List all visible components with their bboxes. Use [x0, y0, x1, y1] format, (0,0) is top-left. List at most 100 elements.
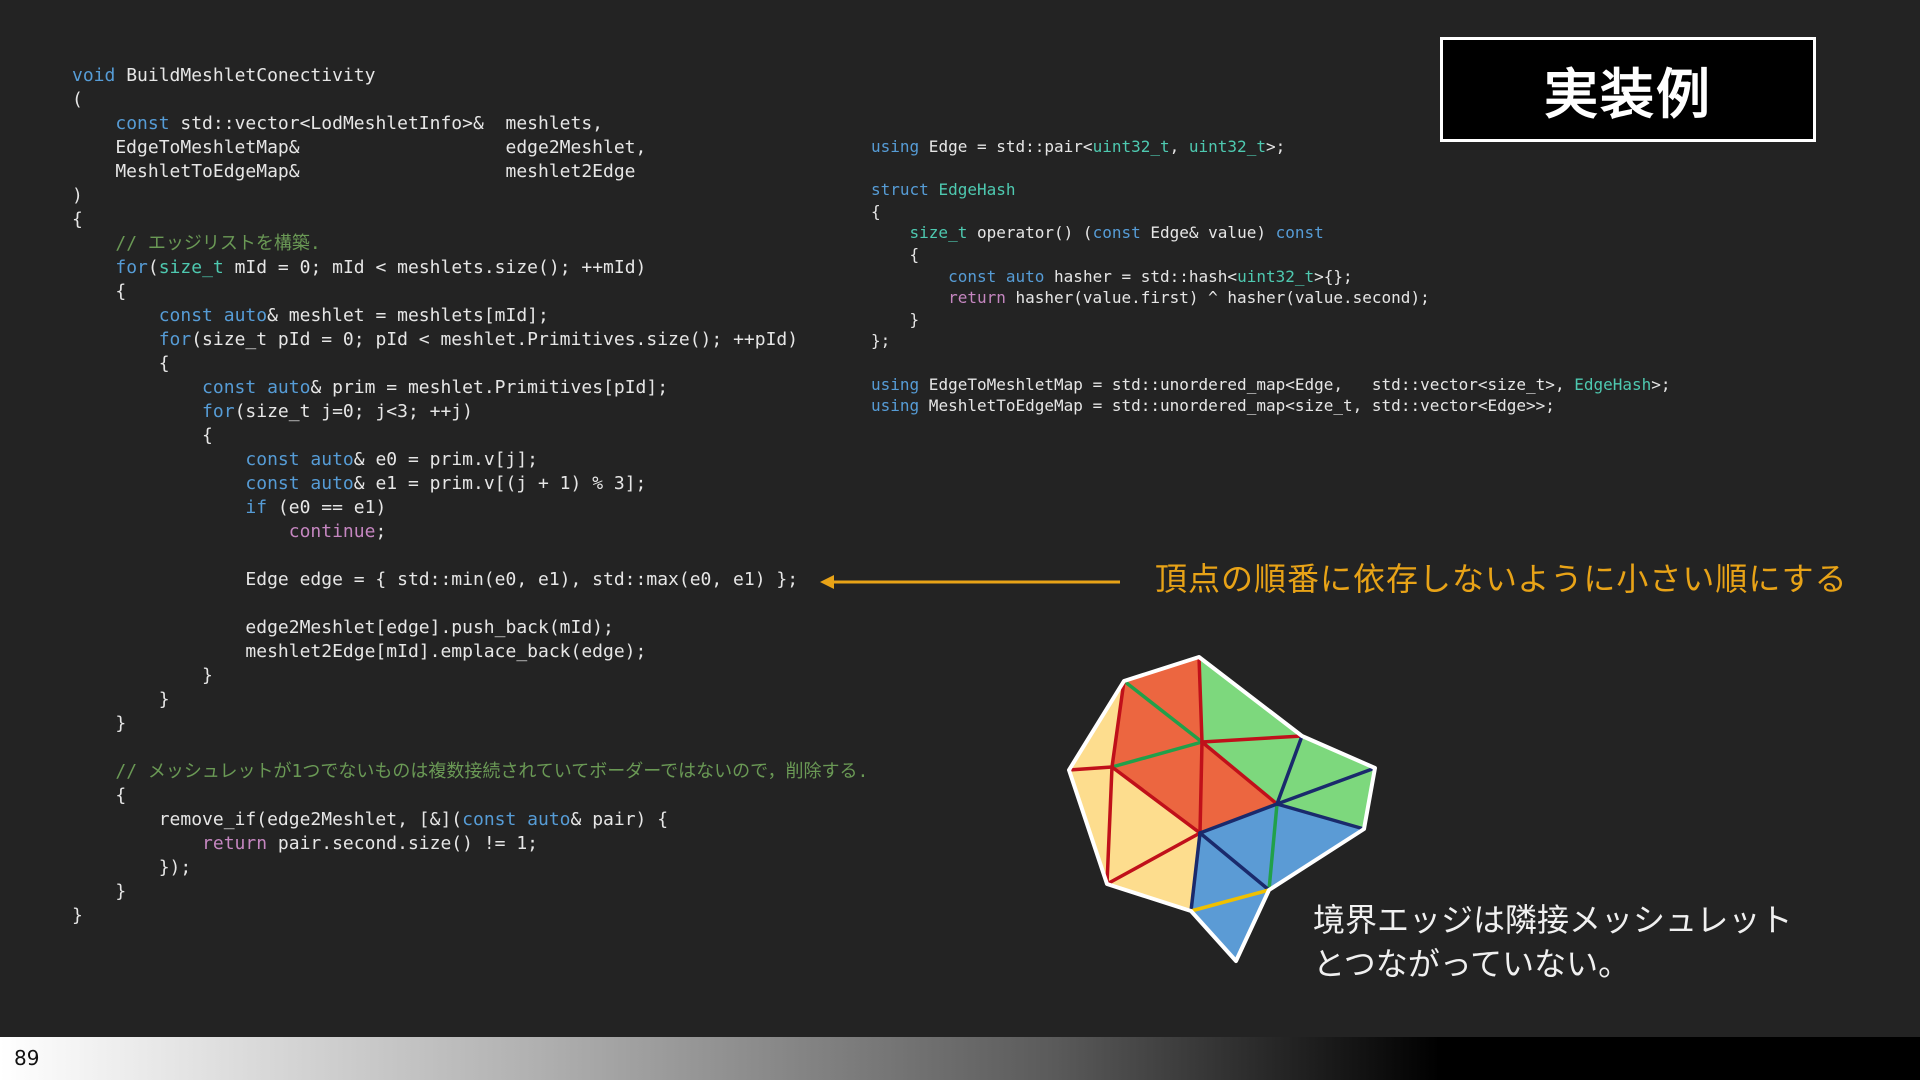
code-token: BuildMeshletConectivity: [115, 65, 376, 86]
page-number: 89: [14, 1046, 40, 1070]
code-line: for(size_t j=0; j<3; ++j): [72, 400, 868, 424]
code-line: {: [871, 201, 1671, 223]
code-token: & e0 = prim.v[j];: [353, 449, 539, 470]
code-token: }: [72, 689, 170, 710]
code-line: }: [72, 712, 868, 736]
code-line: const auto& e1 = prim.v[(j + 1) % 3];: [72, 472, 868, 496]
code-line: }: [871, 309, 1671, 331]
code-token: const: [158, 305, 213, 326]
code-token: using: [871, 137, 920, 156]
code-token: for: [158, 329, 192, 350]
boundary-note-line1: 境界エッジは隣接メッシュレット: [1313, 901, 1793, 939]
code-token: & meshlet = meshlets[mId];: [267, 305, 549, 326]
code-token: auto: [223, 305, 268, 326]
code-token: MeshletToEdgeMap = std::unordered_map<si…: [919, 396, 1555, 416]
code-token: uint32_t: [1188, 137, 1266, 156]
left-arrow-icon: [820, 575, 1120, 589]
code-token: Edge edge = { std::min(e0, e1), std::max…: [72, 569, 799, 590]
code-line: if (e0 == e1): [72, 496, 868, 520]
code-token: for: [202, 401, 235, 422]
code-token: if: [245, 497, 268, 518]
code-line: meshlet2Edge[mId].emplace_back(edge);: [72, 640, 868, 664]
code-token: MeshletToEdgeMap& meshlet2Edge: [72, 161, 636, 182]
code-token: >{};: [1314, 266, 1353, 286]
code-line: }: [72, 664, 868, 688]
code-line: {: [72, 280, 868, 304]
code-token: {: [871, 244, 920, 264]
code-line: });: [72, 856, 868, 880]
code-token: }: [72, 665, 213, 686]
code-token: auto: [267, 377, 311, 398]
code-token: };: [871, 331, 891, 351]
code-token: using: [871, 396, 920, 416]
code-line: const std::vector<LodMeshletInfo>& meshl…: [72, 112, 868, 136]
code-token: EdgeHash: [938, 180, 1016, 200]
code-token: uint32_t: [1237, 266, 1315, 286]
code-token: ): [72, 185, 83, 206]
code-token: size_t: [158, 257, 224, 278]
code-line: }: [72, 904, 868, 928]
code-token: uint32_t: [1092, 137, 1170, 156]
code-line: struct EdgeHash: [871, 179, 1671, 201]
code-line: {: [72, 784, 868, 808]
code-line: {: [72, 424, 868, 448]
code-token: operator() (: [967, 223, 1093, 243]
code-token: >;: [1651, 374, 1671, 394]
code-line: }: [72, 880, 868, 904]
boundary-edge-note: 境界エッジは隣接メッシュレット とつながっていない。: [1313, 898, 1792, 986]
code-line: {: [72, 208, 868, 232]
code-token: continue: [288, 521, 376, 542]
code-line: return hasher(value.first) ^ hasher(valu…: [871, 287, 1671, 309]
code-token: hasher = std::hash<: [1044, 266, 1238, 286]
slide-title: 実装例: [1544, 63, 1712, 126]
code-token: auto: [310, 473, 354, 494]
code-token: & e1 = prim.v[(j + 1) % 3];: [353, 473, 647, 494]
code-token: return: [202, 833, 268, 854]
code-token: meshlet2Edge[mId].emplace_back(edge);: [72, 641, 647, 662]
arrow-head: [820, 575, 834, 589]
edge-red: [1198, 740, 1204, 835]
code-token: {: [72, 353, 170, 374]
code-token: const: [245, 449, 300, 470]
code-line: // メッシュレットが1つでないものは複数接続されていてボーダーではないので，削…: [72, 760, 868, 784]
code-token: (: [72, 89, 83, 110]
code-build-meshlet-connectivity: void BuildMeshletConectivity ( const std:…: [72, 64, 868, 928]
code-token: >;: [1265, 137, 1286, 156]
code-token: }: [871, 309, 920, 329]
code-token: }: [72, 881, 127, 902]
code-line: for(size_t pId = 0; pId < meshlet.Primit…: [72, 328, 868, 352]
code-line: (: [72, 88, 868, 112]
code-token: pair.second.size() != 1;: [267, 833, 539, 854]
code-edge-type-definitions: using Edge = std::pair<uint32_t, uint32_…: [871, 136, 1671, 417]
code-token: struct: [871, 180, 929, 200]
code-token: void: [72, 65, 116, 86]
code-line: const auto hasher = std::hash<uint32_t>{…: [871, 266, 1671, 288]
code-token: (e0 == e1): [267, 497, 387, 518]
code-token: const: [115, 113, 170, 134]
code-token: const: [245, 473, 300, 494]
code-line: // エッジリストを構築.: [72, 232, 868, 256]
code-token: {: [72, 281, 127, 302]
vertex-order-note: 頂点の順番に依存しないように小さい順にする: [1155, 560, 1848, 598]
code-token: {: [871, 201, 881, 221]
code-token: const: [1275, 223, 1324, 243]
code-token: Edge& value): [1140, 223, 1276, 243]
code-token: const: [202, 377, 257, 398]
code-token: });: [72, 857, 192, 878]
